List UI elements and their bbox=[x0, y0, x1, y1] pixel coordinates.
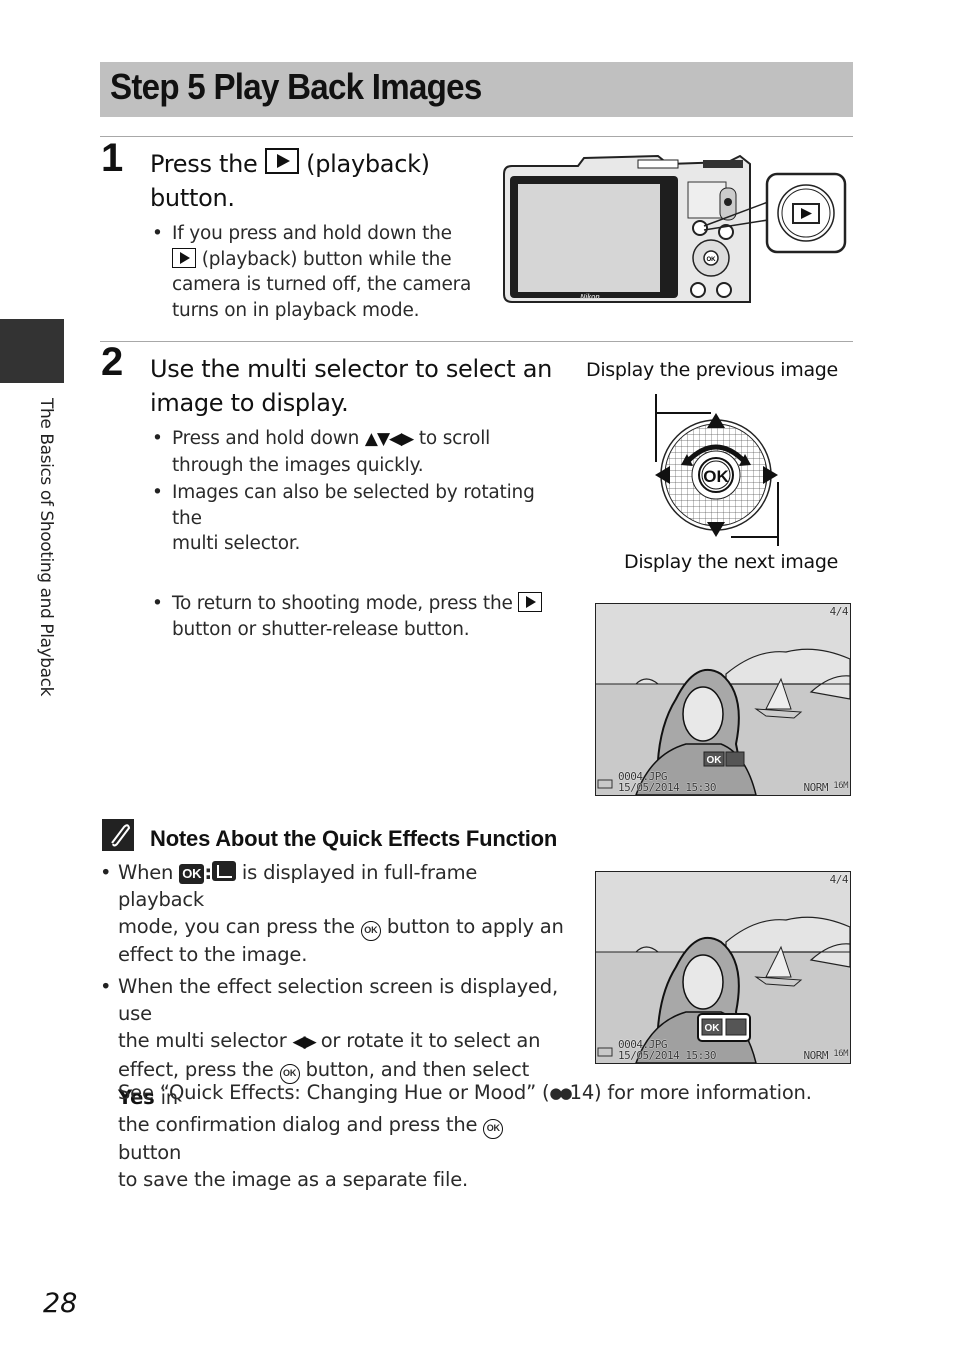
text: When the effect selection screen is disp… bbox=[118, 975, 558, 1025]
text: When bbox=[118, 861, 174, 884]
multi-selector-diagram: OK bbox=[655, 394, 779, 546]
camera-back-illustration: Nikon OK bbox=[503, 154, 847, 303]
step2-bullets-return: To return to shooting mode, press the bu… bbox=[150, 591, 570, 642]
ok-button-icon: OK bbox=[360, 921, 381, 941]
arrow-left-right-icon: ◀▶ bbox=[292, 1032, 317, 1052]
ok-label: OK bbox=[703, 467, 729, 486]
text: button to apply an bbox=[386, 915, 564, 938]
chapter-tab-label: The Basics of Shooting and Playback bbox=[36, 398, 56, 697]
text: See “Quick Effects: Changing Hue or Mood… bbox=[118, 1081, 550, 1104]
caption-previous-image: Display the previous image bbox=[586, 359, 838, 381]
text: ) for more information. bbox=[594, 1081, 812, 1104]
ok-button-icon: OK bbox=[483, 1119, 504, 1139]
text: turns on in playback mode. bbox=[172, 299, 420, 321]
text: through the images quickly. bbox=[172, 454, 424, 476]
text: camera is turned off, the camera bbox=[172, 274, 472, 295]
step-number: 2 bbox=[101, 340, 124, 384]
playback-icon bbox=[172, 247, 196, 268]
date-time: 15/05/2014 15:30 bbox=[618, 781, 716, 794]
see-also-reference: See “Quick Effects: Changing Hue or Mood… bbox=[118, 1081, 812, 1104]
list-item: If you press and hold down the (playback… bbox=[150, 221, 480, 323]
scene-illustration: OK bbox=[596, 604, 850, 795]
quick-effects-icon bbox=[211, 861, 236, 881]
playback-screen-example: OK 4/4 0004.JPG 15/05/2014 15:30 NORM 16… bbox=[595, 603, 851, 796]
list-item: Images can also be selected by rotating … bbox=[150, 480, 570, 557]
note-paperclip-icon bbox=[102, 819, 134, 851]
notes-bullets: When OK: is displayed in full-frame play… bbox=[98, 859, 568, 1193]
divider bbox=[100, 136, 853, 137]
ok-icon: OK bbox=[179, 864, 205, 884]
text: button or shutter-release button. bbox=[172, 618, 470, 640]
brand-logo: Nikon bbox=[580, 294, 599, 301]
text: (playback) button while the bbox=[201, 248, 452, 270]
text: : bbox=[204, 861, 212, 884]
text: multi selector. bbox=[172, 533, 301, 554]
image-counter: 4/4 bbox=[829, 605, 849, 618]
playback-icon bbox=[264, 148, 299, 174]
binoculars-reference-icon: ●● bbox=[549, 1084, 572, 1102]
text: the multi selector bbox=[118, 1029, 287, 1052]
date-time: 15/05/2014 15:30 bbox=[618, 1049, 716, 1062]
text: the confirmation dialog and press the bbox=[118, 1113, 478, 1136]
playback-icon bbox=[518, 592, 543, 612]
step2-bullets: Press and hold down ▲▼◀▶ to scroll throu… bbox=[150, 426, 570, 557]
text: to scroll bbox=[418, 428, 491, 449]
ok-effect-hint: OK bbox=[707, 755, 723, 766]
heading-text: image to display. bbox=[150, 389, 349, 417]
step-heading: Use the multi selector to select an imag… bbox=[150, 352, 552, 420]
step1-bullets: If you press and hold down the (playback… bbox=[150, 221, 480, 323]
caption-next-image: Display the next image bbox=[624, 551, 839, 573]
ok-effect-hint: OK bbox=[705, 1023, 721, 1034]
heading-text: Use the multi selector to select an bbox=[150, 355, 553, 383]
text: To return to shooting mode, press the bbox=[172, 593, 513, 614]
heading-text: (playback) bbox=[306, 150, 430, 178]
divider bbox=[100, 341, 853, 342]
notes-heading: Notes About the Quick Effects Function bbox=[150, 826, 558, 851]
page-number: 28 bbox=[43, 1288, 78, 1319]
heading-text: Press the bbox=[150, 150, 258, 178]
list-item: Press and hold down ▲▼◀▶ to scroll throu… bbox=[150, 426, 570, 478]
image-size: 16M bbox=[833, 1049, 848, 1059]
text: effect, press the bbox=[118, 1058, 274, 1081]
playback-button-small bbox=[692, 220, 708, 236]
text: or rotate it to select an bbox=[320, 1029, 541, 1052]
step-number: 1 bbox=[101, 136, 124, 180]
reference-page[interactable]: 14 bbox=[570, 1081, 595, 1104]
chapter-tab-marker bbox=[0, 319, 64, 383]
text: If you press and hold down the bbox=[172, 223, 452, 244]
image-quality: NORM bbox=[803, 781, 829, 794]
list-item: To return to shooting mode, press the bu… bbox=[150, 591, 570, 642]
heading-text: button. bbox=[150, 184, 235, 212]
image-counter: 4/4 bbox=[829, 873, 849, 886]
image-size: 16M bbox=[833, 781, 848, 791]
list-item: When OK: is displayed in full-frame play… bbox=[98, 859, 568, 968]
page-title: Step 5 Play Back Images bbox=[110, 66, 482, 107]
text: to save the image as a separate file. bbox=[118, 1168, 468, 1191]
text: Images can also be selected by rotating … bbox=[172, 482, 535, 529]
image-quality: NORM bbox=[803, 1049, 829, 1062]
text: button, and then select bbox=[305, 1058, 530, 1081]
text: button bbox=[118, 1141, 182, 1164]
arrow-keys-icon: ▲▼◀▶ bbox=[364, 429, 414, 449]
scene-illustration: OK bbox=[596, 872, 850, 1063]
playback-screen-example-highlighted: OK 4/4 0004.JPG 15/05/2014 15:30 NORM 16… bbox=[595, 871, 851, 1064]
text: mode, you can press the bbox=[118, 915, 355, 938]
step-heading: Press the (playback) button. bbox=[150, 147, 430, 215]
text: Press and hold down bbox=[172, 428, 360, 449]
svg-text:OK: OK bbox=[707, 257, 717, 263]
text: effect to the image. bbox=[118, 943, 308, 966]
